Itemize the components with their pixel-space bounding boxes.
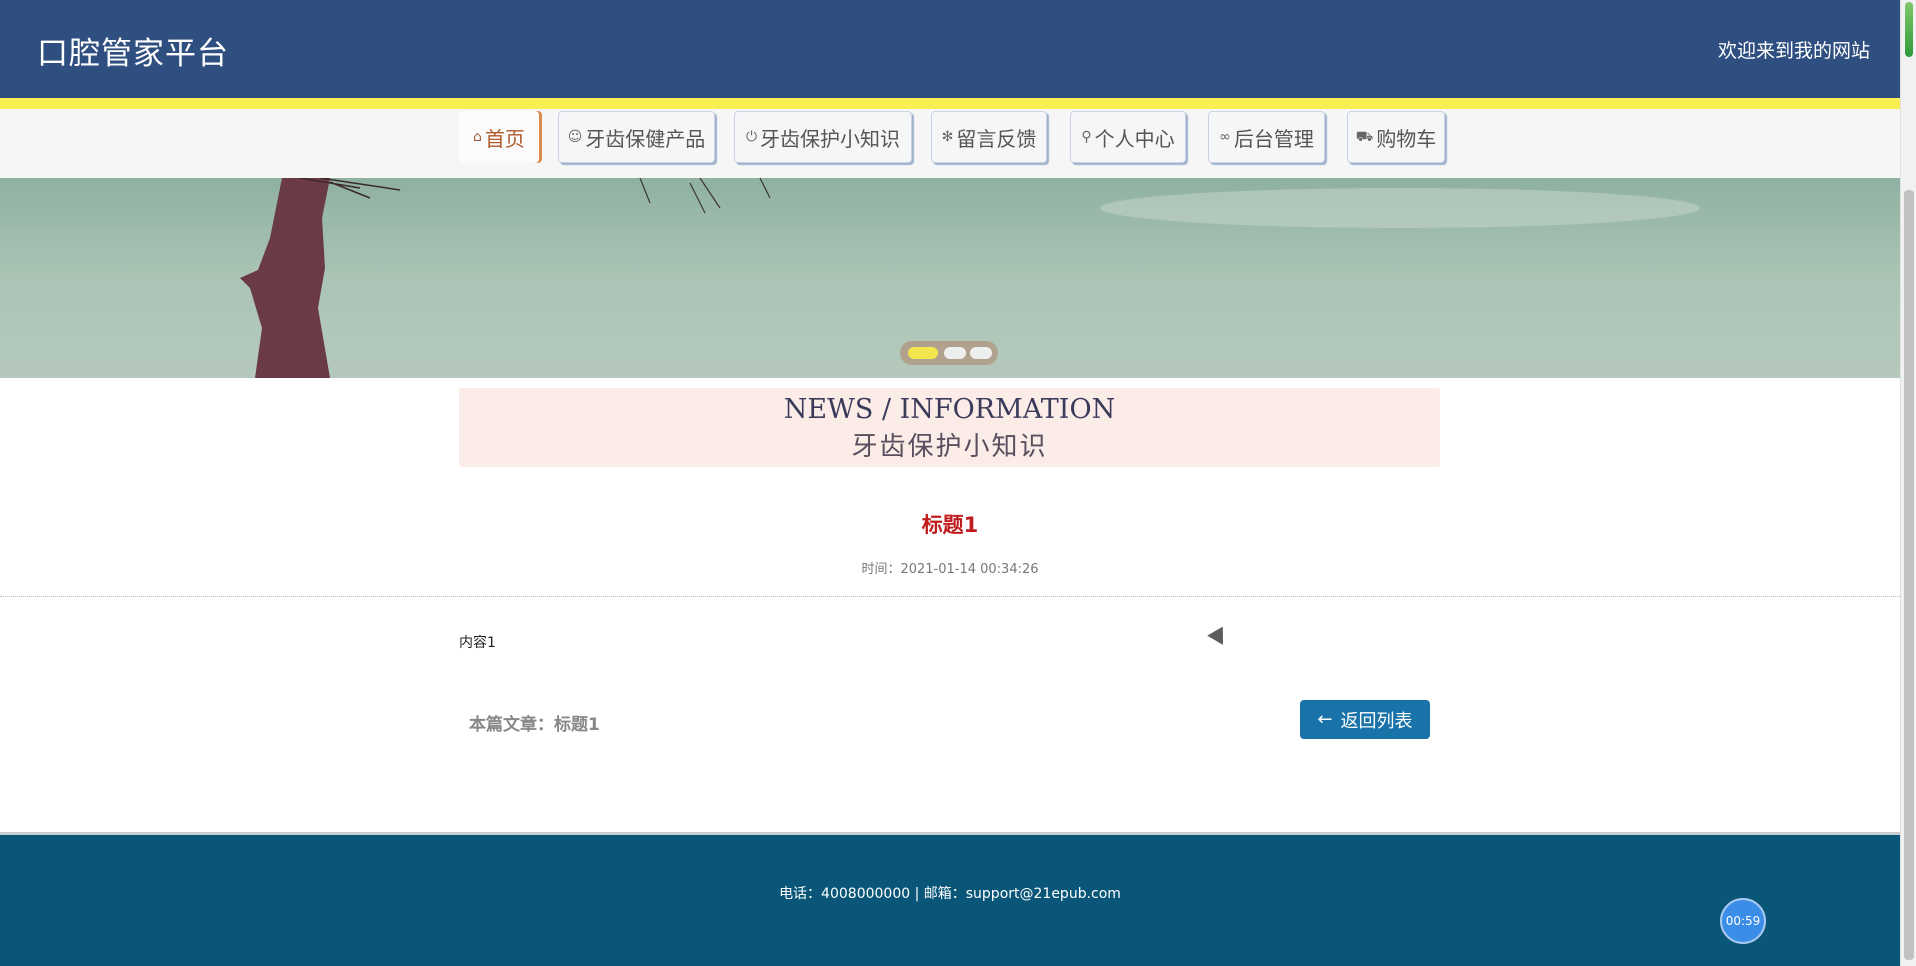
carousel-indicators xyxy=(900,341,998,365)
welcome-text: 欢迎来到我的网站 xyxy=(1717,40,1870,62)
site-header: 口腔管家平台 欢迎来到我的网站 xyxy=(0,0,1900,109)
footer-contact: 电话：4008000000 | 邮箱：support@21epub.com xyxy=(779,886,1121,902)
scroll-thumb[interactable] xyxy=(1904,190,1914,960)
site-footer: 电话：4008000000 | 邮箱：support@21epub.com xyxy=(0,832,1900,966)
power-icon: ⏻ xyxy=(745,129,758,145)
nav-item-admin[interactable]: ∞ 后台管理 xyxy=(1208,111,1325,163)
nav-item-label: 首页 xyxy=(484,126,525,151)
header-accent-stripe xyxy=(0,98,1900,109)
carousel-dot-1[interactable] xyxy=(908,347,938,359)
home-icon: ⌂ xyxy=(473,129,482,145)
page-scrollbar[interactable] xyxy=(1900,0,1916,966)
scroll-indicator xyxy=(1905,2,1913,57)
article-content: 内容1 xyxy=(459,635,496,651)
smile-icon: ☺ xyxy=(567,129,583,145)
page: 口腔管家平台 欢迎来到我的网站 ⌂ 首页 ☺ 牙齿保健产品 ⏻ 牙齿保护小知识 … xyxy=(0,0,1900,966)
nav-item-label: 牙齿保健产品 xyxy=(585,126,706,151)
nav-item-label: 购物车 xyxy=(1376,126,1437,151)
carousel-dot-2[interactable] xyxy=(944,347,966,359)
current-article-label: 本篇文章：标题1 xyxy=(469,715,600,735)
section-title-cn: 牙齿保护小知识 xyxy=(851,432,1048,462)
nav-item-home[interactable]: ⌂ 首页 xyxy=(459,111,539,163)
divider xyxy=(0,596,1900,597)
nav-item-label: 个人中心 xyxy=(1094,126,1175,151)
article-time: 时间：2021-01-14 00:34:26 xyxy=(861,562,1039,577)
snowflake-icon: ✻ xyxy=(941,129,954,145)
mouse-cursor-icon xyxy=(1207,626,1231,650)
nav-item-label: 留言反馈 xyxy=(956,126,1037,151)
carousel-dot-3[interactable] xyxy=(970,347,992,359)
nav-item-personal-center[interactable]: ⚲ 个人中心 xyxy=(1070,111,1186,163)
section-heading: NEWS / INFORMATION 牙齿保护小知识 xyxy=(459,388,1440,467)
nav-item-dental-knowledge[interactable]: ⏻ 牙齿保护小知识 xyxy=(734,111,912,163)
arrow-left-icon: ← xyxy=(1317,709,1333,730)
nav-item-cart[interactable]: ⛟ 购物车 xyxy=(1347,111,1445,163)
nav-item-label: 后台管理 xyxy=(1233,126,1314,151)
nav-item-label: 牙齿保护小知识 xyxy=(760,126,901,151)
back-to-list-button[interactable]: ← 返回列表 xyxy=(1300,700,1430,739)
nav-item-feedback[interactable]: ✻ 留言反馈 xyxy=(931,111,1047,163)
back-to-list-label: 返回列表 xyxy=(1340,710,1413,732)
nav-item-dental-products[interactable]: ☺ 牙齿保健产品 xyxy=(558,111,715,163)
link-icon: ∞ xyxy=(1219,129,1231,145)
timer-badge[interactable]: 00:59 xyxy=(1720,898,1766,944)
section-title-en: NEWS / INFORMATION xyxy=(783,394,1116,425)
user-icon: ⚲ xyxy=(1081,129,1092,145)
article-title: 标题1 xyxy=(921,513,979,537)
cart-icon: ⛟ xyxy=(1355,129,1374,145)
site-title[interactable]: 口腔管家平台 xyxy=(37,28,229,73)
